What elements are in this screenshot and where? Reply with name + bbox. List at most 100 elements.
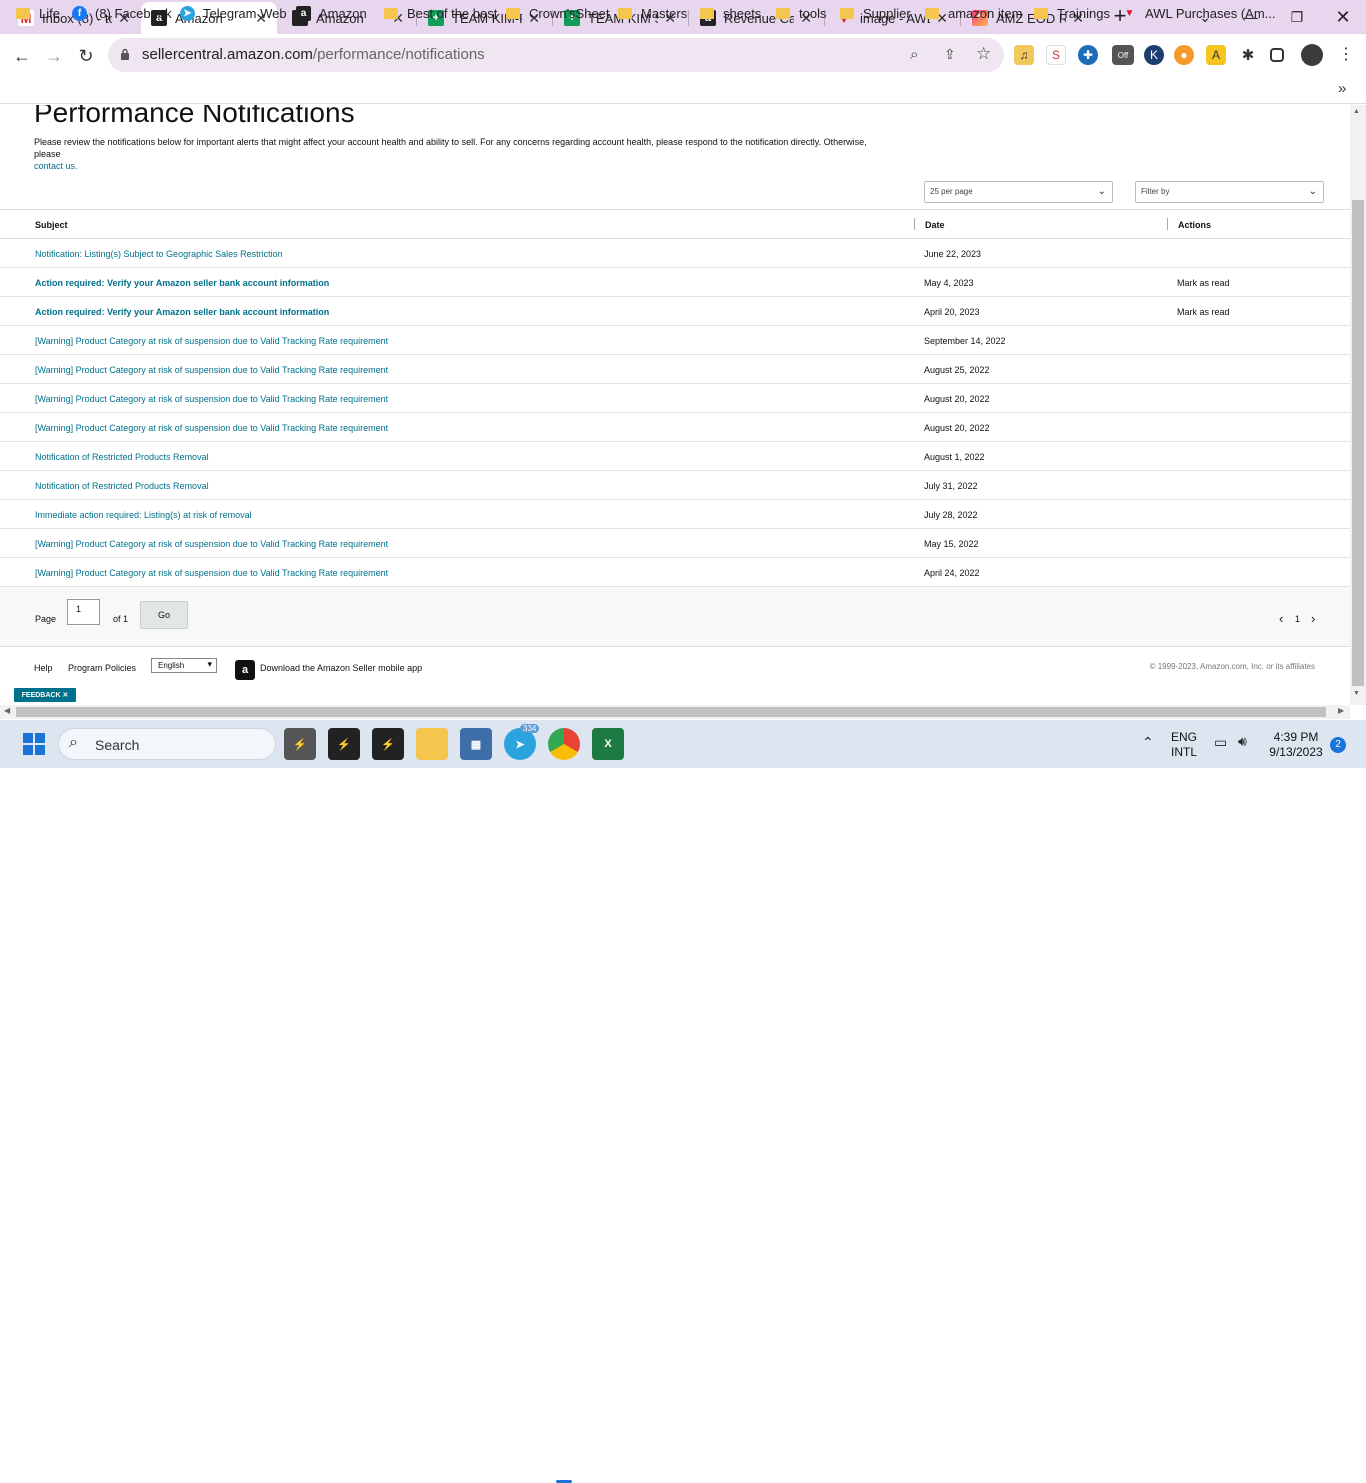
- extension-scout-icon[interactable]: A: [1206, 45, 1226, 65]
- taskbar-search[interactable]: ⌕ Search: [58, 728, 276, 760]
- windows-start-icon[interactable]: [18, 728, 50, 760]
- program-policies-link[interactable]: Program Policies: [68, 663, 136, 673]
- bookmark-item[interactable]: Masters: [618, 6, 687, 21]
- bookmark-item[interactable]: tools: [776, 6, 826, 21]
- app-icon-3[interactable]: ⚡: [372, 728, 404, 760]
- more-bookmarks-icon[interactable]: »: [1338, 80, 1346, 97]
- extension-off-icon[interactable]: Off: [1112, 45, 1134, 65]
- bookmark-item[interactable]: Life: [16, 6, 60, 21]
- scroll-up-icon[interactable]: ▲: [1353, 108, 1360, 115]
- scroll-left-icon[interactable]: ◀: [4, 706, 10, 715]
- close-icon[interactable]: ✕: [62, 691, 68, 699]
- next-page-icon[interactable]: ›: [1311, 611, 1315, 626]
- excel-icon[interactable]: X: [592, 728, 624, 760]
- extension-sl-icon[interactable]: S: [1046, 45, 1066, 65]
- notification-date: July 31, 2022: [924, 481, 978, 491]
- help-link[interactable]: Help: [34, 663, 53, 673]
- calculator-icon[interactable]: ▦: [460, 728, 492, 760]
- copyright-text: © 1999-2023, Amazon.com, Inc. or its aff…: [1149, 662, 1315, 671]
- amazon-icon: a: [296, 6, 311, 21]
- side-panel-icon[interactable]: [1270, 48, 1284, 62]
- menu-kebab-icon[interactable]: ⋮: [1338, 44, 1354, 64]
- table-row: Notification: Listing(s) Subject to Geog…: [0, 239, 1350, 268]
- scroll-right-icon[interactable]: ▶: [1338, 706, 1344, 715]
- bookmark-item[interactable]: Best of the best: [384, 6, 497, 21]
- bookmark-star-icon[interactable]: ☆: [976, 44, 991, 64]
- bookmark-item[interactable]: f (8) Facebook: [72, 6, 172, 21]
- bookmark-item[interactable]: sheets: [700, 6, 761, 21]
- extension-game-icon[interactable]: ✚: [1078, 45, 1098, 65]
- current-page-number[interactable]: 1: [1295, 614, 1300, 624]
- mark-as-read-link[interactable]: Mark as read: [1177, 307, 1230, 317]
- download-app-link[interactable]: Download the Amazon Seller mobile app: [260, 663, 422, 673]
- show-hidden-icons[interactable]: ⌃: [1142, 734, 1154, 751]
- clock[interactable]: 4:39 PM 9/13/2023: [1264, 730, 1328, 760]
- page-count-label: of 1: [113, 614, 129, 624]
- per-page-select[interactable]: 25 per page ⌄: [924, 181, 1113, 203]
- notification-subject-link[interactable]: Notification of Restricted Products Remo…: [35, 452, 209, 462]
- table-row: Action required: Verify your Amazon sell…: [0, 268, 1350, 297]
- bookmark-item[interactable]: Trainings: [1034, 6, 1110, 21]
- app-icon-1[interactable]: ⚡: [284, 728, 316, 760]
- forward-icon[interactable]: →: [40, 42, 68, 70]
- file-explorer-icon[interactable]: [416, 728, 448, 760]
- bookmark-label: tools: [799, 6, 827, 21]
- notification-subject-link[interactable]: [Warning] Product Category at risk of su…: [35, 394, 388, 404]
- notification-subject-link[interactable]: Notification of Restricted Products Remo…: [35, 481, 209, 491]
- notification-subject-link[interactable]: [Warning] Product Category at risk of su…: [35, 568, 388, 578]
- scroll-down-icon[interactable]: ▼: [1353, 690, 1360, 697]
- notification-subject-link[interactable]: [Warning] Product Category at risk of su…: [35, 539, 388, 549]
- notification-subject-link[interactable]: Immediate action required: Listing(s) at…: [35, 510, 252, 520]
- extension-keepa-icon[interactable]: K: [1144, 45, 1164, 65]
- vertical-scroll-thumb[interactable]: [1352, 200, 1364, 686]
- windows-taskbar: ⌕ Search ⚡ ⚡ ⚡ ▦ ➤ 334 X ⌃ ENG INTL ▭ 🔊︎ …: [0, 720, 1366, 1483]
- back-icon[interactable]: ←: [8, 42, 36, 70]
- notification-subject-link[interactable]: [Warning] Product Category at risk of su…: [35, 423, 388, 433]
- bookmark-item[interactable]: a Amazon: [296, 6, 367, 21]
- language-select[interactable]: English ▾: [151, 658, 217, 673]
- network-icon[interactable]: ▭: [1214, 734, 1227, 751]
- bookmarks-bar: [0, 76, 1366, 104]
- column-subject[interactable]: Subject: [35, 220, 68, 230]
- notification-subject-link[interactable]: Action required: Verify your Amazon sell…: [35, 278, 329, 288]
- page-number-input[interactable]: 1: [67, 599, 100, 625]
- lock-icon[interactable]: [120, 48, 130, 61]
- notification-badge[interactable]: 2: [1330, 737, 1346, 753]
- chrome-icon[interactable]: [548, 728, 580, 760]
- bookmark-item[interactable]: Crown'sSheet: [506, 6, 610, 21]
- horizontal-scroll-thumb[interactable]: [16, 707, 1326, 717]
- feedback-button[interactable]: FEEDBACK ✕: [14, 688, 76, 702]
- bookmark-item[interactable]: ▼ AWL Purchases (Am...: [1122, 6, 1276, 21]
- reload-icon[interactable]: ↻: [72, 42, 100, 70]
- go-button[interactable]: Go: [140, 601, 188, 629]
- share-icon[interactable]: ⇪: [944, 46, 956, 63]
- extension-headset-icon[interactable]: ♫: [1014, 45, 1034, 65]
- extensions-puzzle-icon[interactable]: ✱: [1238, 45, 1258, 65]
- close-window-button[interactable]: ✕: [1320, 0, 1366, 34]
- contact-us-link[interactable]: contact us.: [34, 161, 78, 171]
- url-text[interactable]: sellercentral.amazon.com/performance/not…: [142, 46, 485, 63]
- input-language[interactable]: ENG INTL: [1168, 730, 1200, 760]
- column-date[interactable]: Date: [925, 220, 945, 230]
- notification-subject-link[interactable]: [Warning] Product Category at risk of su…: [35, 365, 388, 375]
- bookmark-item[interactable]: amazon item: [925, 6, 1022, 21]
- notification-date: August 1, 2022: [924, 452, 985, 462]
- telegram-badge: 334: [520, 724, 540, 733]
- bookmark-item[interactable]: ➤ Telegram Web: [180, 6, 287, 21]
- app-icon-2[interactable]: ⚡: [328, 728, 360, 760]
- extension-orange-icon[interactable]: ●: [1174, 45, 1194, 65]
- notification-subject-link[interactable]: [Warning] Product Category at risk of su…: [35, 336, 388, 346]
- bookmark-item[interactable]: Supplier: [840, 6, 911, 21]
- chevron-down-icon: ⌄: [1097, 186, 1106, 197]
- filter-select[interactable]: Filter by ⌄: [1135, 181, 1324, 203]
- amazon-app-icon[interactable]: a: [235, 660, 255, 680]
- prev-page-icon[interactable]: ‹: [1279, 611, 1283, 626]
- notification-subject-link[interactable]: Action required: Verify your Amazon sell…: [35, 307, 329, 317]
- zoom-icon[interactable]: ⌕: [910, 46, 918, 63]
- restore-button[interactable]: ❐: [1274, 0, 1320, 34]
- mark-as-read-link[interactable]: Mark as read: [1177, 278, 1230, 288]
- volume-icon[interactable]: 🔊︎: [1238, 733, 1247, 750]
- notification-date: April 24, 2022: [924, 568, 980, 578]
- notification-subject-link[interactable]: Notification: Listing(s) Subject to Geog…: [35, 249, 283, 259]
- profile-avatar[interactable]: [1301, 44, 1323, 66]
